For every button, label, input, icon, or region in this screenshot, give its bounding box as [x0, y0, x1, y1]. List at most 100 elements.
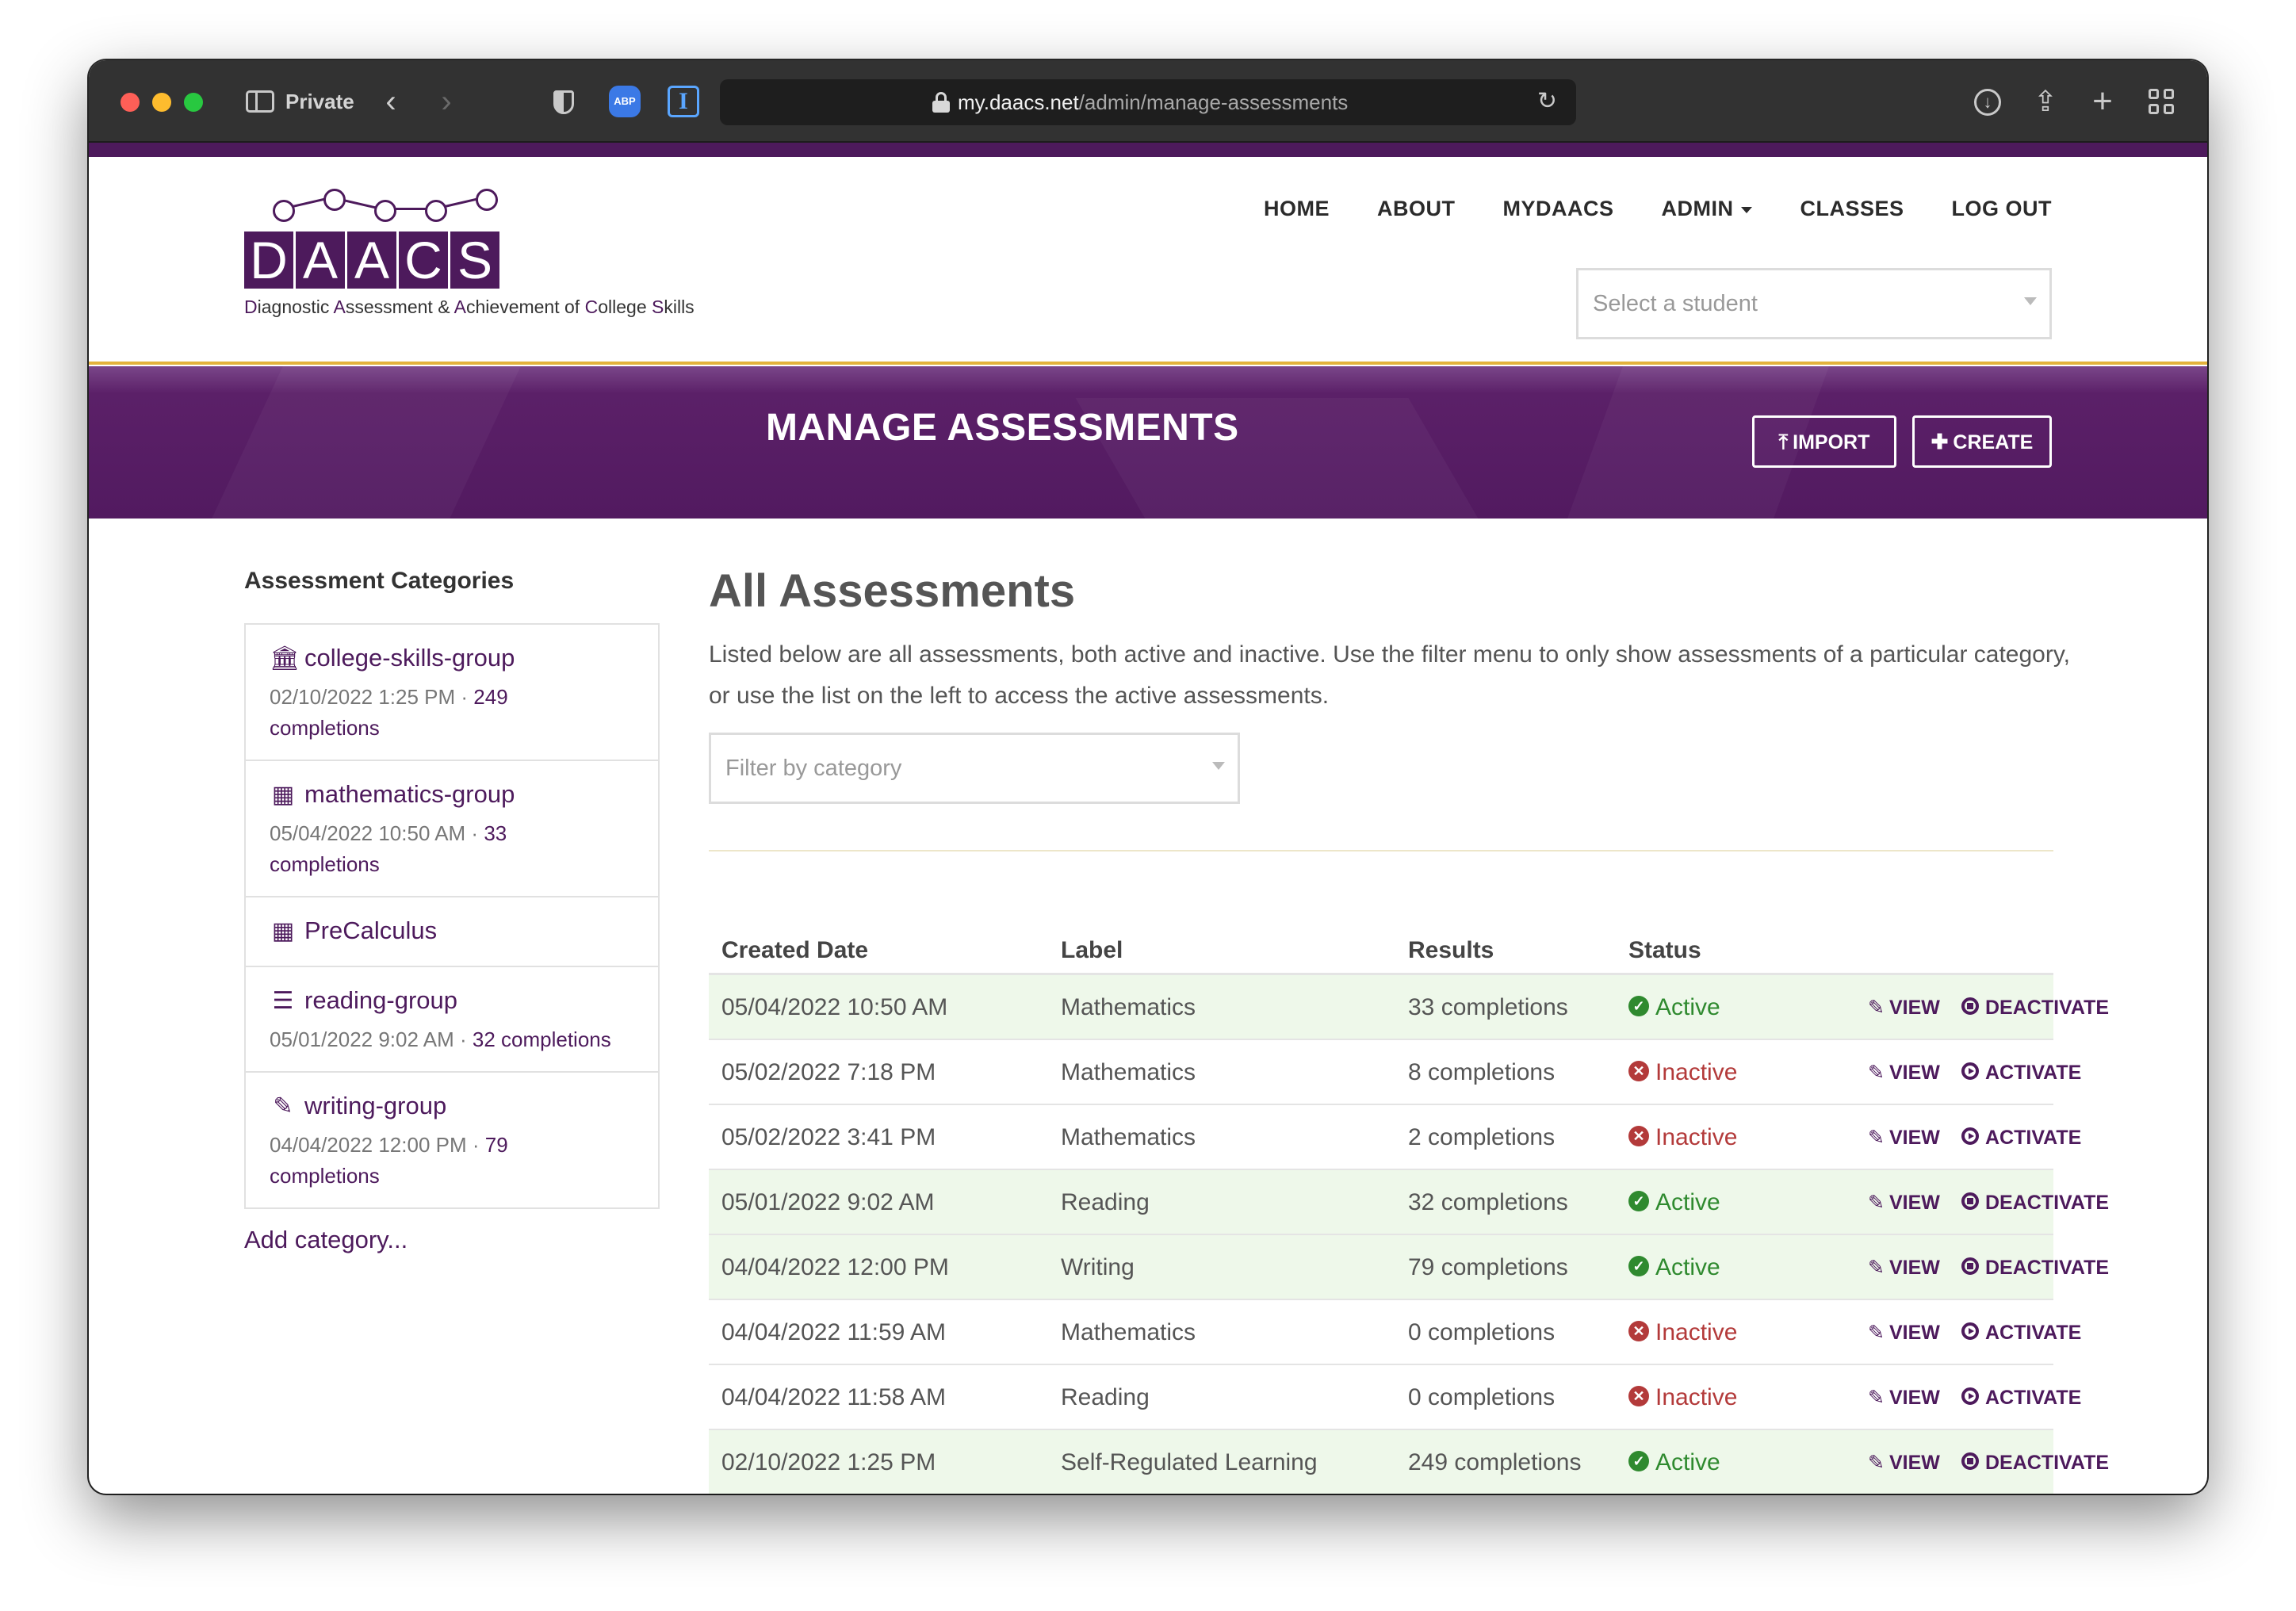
status-text: Active — [1655, 1189, 1720, 1215]
view-button[interactable]: ✎ VIEW — [1868, 1365, 1940, 1430]
column-header-status[interactable]: Status — [1628, 937, 1701, 964]
downloads-icon[interactable]: ↓ — [1971, 84, 2006, 119]
sidebar-toggle-icon[interactable] — [244, 84, 276, 119]
url-text: my.daacs.net/admin/manage-assessments — [958, 90, 1349, 114]
view-button[interactable]: ✎ VIEW — [1868, 1430, 1940, 1494]
cell-created-date: 05/02/2022 7:18 PM — [721, 1059, 936, 1085]
status-text: Inactive — [1655, 1059, 1738, 1085]
cell-label: Mathematics — [1061, 1059, 1196, 1085]
add-category-link[interactable]: Add category... — [244, 1226, 408, 1254]
logo-dots — [257, 189, 511, 228]
view-button[interactable]: ✎ VIEW — [1868, 1170, 1940, 1235]
category-meta: 05/01/2022 9:02 AM · 32 completions — [270, 1027, 611, 1051]
share-icon[interactable]: ⇪ — [2028, 84, 2063, 119]
status-badge: ✕ Inactive — [1628, 1300, 1737, 1365]
table-row: 05/01/2022 9:02 AM Reading 32 completions ✓… — [709, 1170, 2109, 1235]
zoom-window-button[interactable] — [184, 93, 203, 112]
status-badge: ✓ Active — [1628, 1170, 1720, 1235]
play-circle-icon — [1961, 1062, 1979, 1081]
table-row: 04/04/2022 11:59 AM Mathematics 0 completi… — [709, 1300, 2081, 1365]
table-header: Created Date Label Results Status — [709, 932, 2053, 975]
stop-circle-icon — [1961, 1192, 1979, 1211]
intro-text: Listed below are all assessments, both a… — [709, 641, 2070, 709]
tab-overview-icon[interactable] — [2147, 84, 2179, 119]
activate-button[interactable]: ACTIVATE — [1961, 1105, 2081, 1170]
category-name: writing-group — [304, 1092, 447, 1119]
caret-down-icon — [1741, 206, 1753, 213]
category-item-precalculus[interactable]: ▦ PreCalculus — [246, 897, 658, 967]
deactivate-button[interactable]: DEACTIVATE — [1961, 1430, 2109, 1494]
view-button[interactable]: ✎ VIEW — [1868, 1105, 1940, 1170]
deactivate-button[interactable]: DEACTIVATE — [1961, 1170, 2109, 1235]
instapaper-extension-icon[interactable]: I — [666, 84, 701, 119]
x-circle-icon: ✕ — [1628, 1061, 1649, 1082]
minimize-window-button[interactable] — [152, 93, 171, 112]
category-name: mathematics-group — [304, 780, 515, 808]
section-divider — [709, 850, 2053, 851]
edit-icon: ✎ — [1868, 1452, 1885, 1474]
nav-classes[interactable]: CLASSES — [1800, 197, 1904, 221]
x-circle-icon: ✕ — [1628, 1126, 1649, 1147]
nav-mydaacs[interactable]: MYDAACS — [1502, 197, 1613, 221]
activate-button[interactable]: ACTIVATE — [1961, 1365, 2081, 1430]
adblock-extension-icon[interactable]: ABP — [607, 84, 642, 119]
category-name: PreCalculus — [304, 916, 438, 944]
new-tab-icon[interactable]: + — [2088, 84, 2117, 119]
logo-wordmark: D A A C S — [244, 232, 502, 289]
cell-label: Mathematics — [1061, 1319, 1196, 1345]
sidebar-title: Assessment Categories — [244, 568, 515, 594]
nav-about[interactable]: ABOUT — [1377, 197, 1456, 221]
cell-label: Reading — [1061, 1189, 1150, 1215]
deactivate-button[interactable]: DEACTIVATE — [1961, 1235, 2109, 1300]
private-mode-label: Private — [285, 90, 354, 113]
view-button[interactable]: ✎ VIEW — [1868, 1300, 1940, 1365]
filter-placeholder: Filter by category — [725, 756, 902, 781]
x-circle-icon: ✕ — [1628, 1386, 1649, 1407]
stop-circle-icon — [1961, 1452, 1979, 1471]
nav-logout[interactable]: LOG OUT — [1952, 197, 2053, 221]
back-icon[interactable]: ‹ — [379, 84, 403, 119]
column-header-label[interactable]: Label — [1061, 937, 1123, 964]
category-item-reading-group[interactable]: ☰ reading-group 05/01/2022 9:02 AM · 32 c… — [246, 967, 658, 1073]
close-window-button[interactable] — [121, 93, 140, 112]
import-button[interactable]: ⤒ IMPORT — [1752, 415, 1896, 468]
student-select[interactable]: Select a student — [1576, 268, 2052, 339]
activate-button[interactable]: ACTIVATE — [1961, 1300, 2081, 1365]
category-filter-select[interactable]: Filter by category — [709, 733, 1240, 804]
reload-icon[interactable]: ↻ — [1537, 79, 1557, 125]
cell-results: 33 completions — [1408, 994, 1568, 1020]
check-circle-icon: ✓ — [1628, 1451, 1649, 1472]
activate-button[interactable]: ACTIVATE — [1961, 1040, 2081, 1105]
forward-icon[interactable]: › — [434, 84, 458, 119]
view-button[interactable]: ✎ VIEW — [1868, 975, 1940, 1040]
status-badge: ✓ Active — [1628, 975, 1720, 1040]
column-header-results[interactable]: Results — [1408, 937, 1494, 964]
x-circle-icon: ✕ — [1628, 1321, 1649, 1342]
pencil-icon: ✎ — [273, 1093, 293, 1119]
status-text: Active — [1655, 1254, 1720, 1280]
nav-admin-dropdown[interactable]: ADMIN — [1661, 197, 1753, 221]
category-item-writing-group[interactable]: ✎ writing-group 04/04/2022 12:00 PM · 79 c… — [246, 1073, 658, 1207]
institution-icon: 🏛 — [270, 645, 300, 672]
view-button[interactable]: ✎ VIEW — [1868, 1235, 1940, 1300]
category-meta: 04/04/2022 12:00 PM · 79 completions — [270, 1133, 508, 1188]
status-badge: ✓ Active — [1628, 1430, 1720, 1494]
daacs-logo[interactable]: D A A C S Diagnostic Assessment & Achiev… — [244, 189, 704, 331]
deactivate-button[interactable]: DEACTIVATE — [1961, 975, 2109, 1040]
create-button[interactable]: ✚ CREATE — [1912, 415, 2052, 468]
grid-icon: ▦ — [271, 918, 295, 944]
cell-created-date: 04/04/2022 11:58 AM — [721, 1384, 947, 1410]
stop-circle-icon — [1961, 1257, 1979, 1276]
table-row: 05/02/2022 7:18 PM Mathematics 8 completio… — [709, 1040, 2081, 1105]
category-item-mathematics-group[interactable]: ▦ mathematics-group 05/04/2022 10:50 AM ·… — [246, 761, 658, 897]
cell-label: Writing — [1061, 1254, 1135, 1280]
nav-home[interactable]: HOME — [1264, 197, 1330, 221]
screenshot-stage: Private ‹ › ABP I my.daacs.net/admin/man… — [0, 0, 2296, 1611]
address-bar[interactable]: my.daacs.net/admin/manage-assessments ↻ — [720, 79, 1576, 125]
column-header-created[interactable]: Created Date — [721, 937, 868, 964]
category-item-college-skills-group[interactable]: 🏛 college-skills-group 02/10/2022 1:25 PM… — [246, 625, 658, 761]
table-row: 04/04/2022 11:58 AM Reading 0 completions ✕… — [709, 1365, 2081, 1430]
edit-icon: ✎ — [1868, 1322, 1885, 1344]
privacy-shield-icon[interactable] — [550, 84, 577, 119]
view-button[interactable]: ✎ VIEW — [1868, 1040, 1940, 1105]
